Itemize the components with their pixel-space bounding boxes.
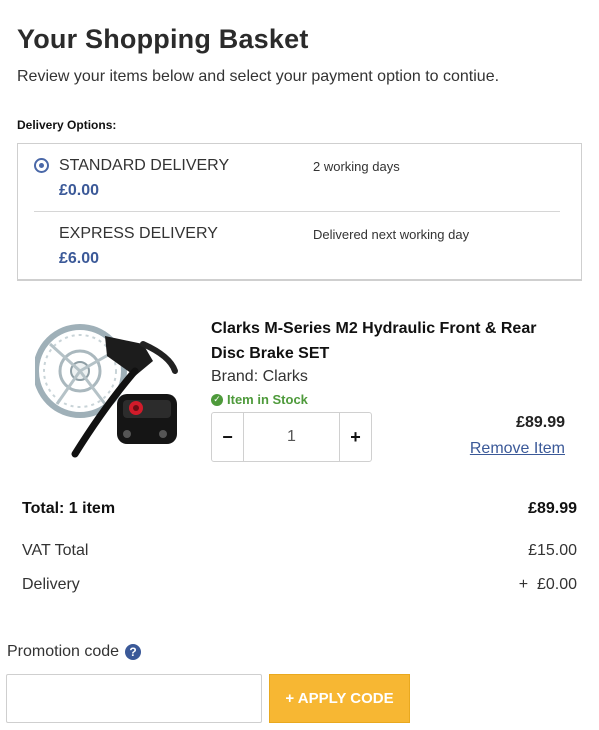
item-price: £89.99 (516, 414, 565, 431)
summary-total-value: £89.99 (528, 500, 577, 517)
summary-delivery-row: Delivery + £0.00 (22, 576, 577, 594)
promotion-code-input[interactable] (6, 674, 262, 723)
remove-item-link[interactable]: Remove Item (470, 440, 565, 458)
help-icon[interactable]: ? (125, 644, 142, 660)
stock-status-label: Item in Stock (227, 392, 308, 407)
summary-delivery-label: Delivery (22, 576, 80, 593)
summary-vat-value: £15.00 (528, 542, 577, 559)
delivery-option-price: £6.00 (59, 250, 100, 267)
delivery-option-standard[interactable]: STANDARD DELIVERY £0.00 2 working days (18, 144, 581, 212)
summary-vat-row: VAT Total £15.00 (22, 542, 577, 560)
summary-delivery-value: + £0.00 (518, 576, 577, 593)
increase-quantity-button[interactable]: + (339, 413, 371, 461)
quantity-input[interactable]: 1 (244, 413, 339, 461)
delivery-option-express[interactable]: EXPRESS DELIVERY £6.00 Delivered next wo… (18, 212, 581, 280)
delivery-option-time: Delivered next working day (313, 227, 470, 242)
summary-vat-label: VAT Total (22, 542, 89, 559)
summary-total-label: Total: 1 item (22, 500, 116, 517)
apply-code-button[interactable]: + APPLY CODE (269, 674, 410, 723)
summary-total-row: Total: 1 item £89.99 (22, 500, 577, 518)
delivery-options-heading: Delivery Options: (17, 118, 117, 132)
page-subtitle: Review your items below and select your … (17, 68, 500, 85)
delivery-option-name: STANDARD DELIVERY (59, 157, 230, 174)
delivery-option-name: EXPRESS DELIVERY (59, 225, 218, 242)
product-brand: Brand: Clarks (211, 368, 308, 385)
delivery-options-box: STANDARD DELIVERY £0.00 2 working days E… (17, 143, 582, 281)
stock-status: ✓ Item in Stock (211, 392, 308, 407)
delivery-option-price: £0.00 (59, 182, 100, 199)
check-circle-icon: ✓ (211, 393, 223, 406)
product-name[interactable]: Clarks M-Series M2 Hydraulic Front & Rea… (211, 316, 571, 366)
quantity-stepper: − 1 + (211, 412, 372, 462)
decrease-quantity-button[interactable]: − (212, 413, 244, 461)
promotion-code-label: Promotion code ? (7, 643, 142, 661)
delivery-option-time: 2 working days (313, 159, 400, 174)
page-title: Your Shopping Basket (17, 24, 309, 54)
product-image[interactable] (33, 316, 185, 461)
radio-selected-icon[interactable] (34, 158, 49, 173)
promotion-code-label-text: Promotion code (7, 643, 120, 660)
